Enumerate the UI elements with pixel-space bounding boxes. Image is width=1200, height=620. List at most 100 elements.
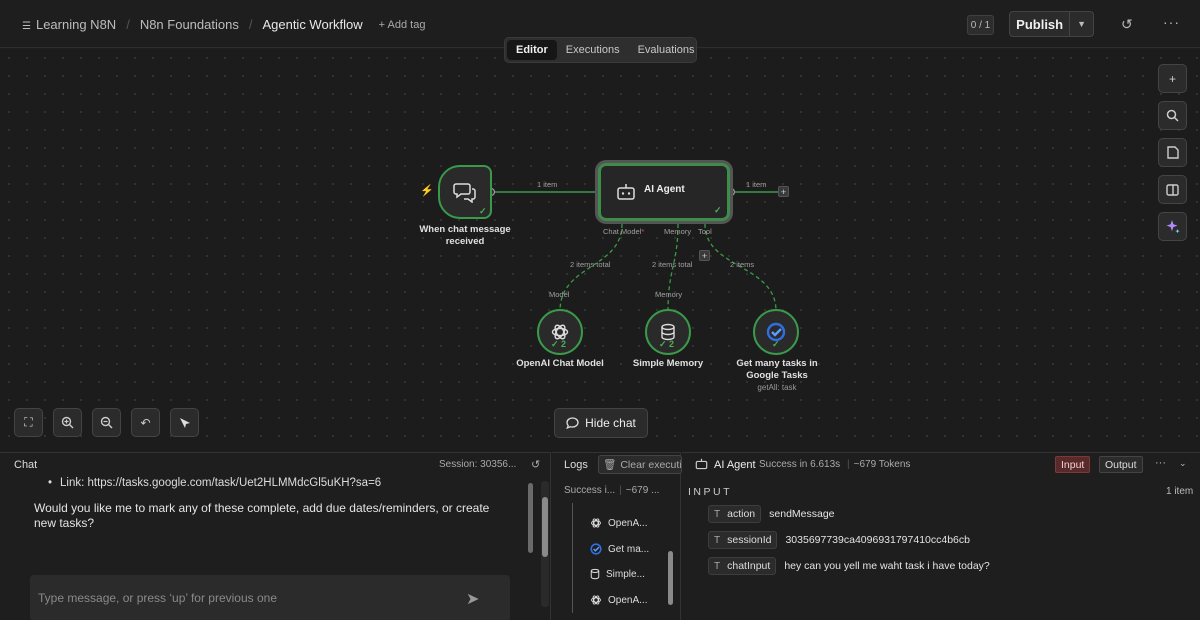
log-item-google-tasks[interactable]: Get ma... [590,543,649,555]
logs-panel: Logs 🗑 Clear executi Success i... | ~679 ..… [552,452,682,620]
agent-node-label: AI Agent [644,184,685,195]
add-node-button[interactable]: + [1158,64,1187,93]
search-nodes-button[interactable] [1158,101,1187,130]
items-count: 1 item [1166,486,1194,497]
field-value: 3035697739ca4096931797410cc4b6cb [785,534,970,546]
add-node-icon[interactable]: + [778,186,789,197]
success-check-icon: ✓ [479,206,487,216]
zoom-out-button[interactable] [92,408,121,437]
fit-view-icon: ⛶ [24,415,33,429]
memory-input-label: Memory [655,290,683,299]
wire-item-count: 1 item [746,180,767,189]
chat-input[interactable] [38,589,438,607]
fit-view-button[interactable]: ⛶ [14,408,43,437]
wire-item-count: 1 item [537,180,558,189]
publish-button-group: Publish ▼ [1009,11,1094,37]
layers-icon: ☰ [22,21,31,32]
mode-tabs: Editor Executions Evaluations [504,37,697,63]
more-options-icon[interactable]: ··· [1163,14,1180,30]
chat-scrollbar[interactable] [541,481,549,607]
chat-panel: Chat Session: 30356... ↺ Link: https://t… [0,452,551,620]
chat-icon [566,417,579,429]
node-title: AI Agent [714,459,756,471]
more-options-icon[interactable]: ··· [1155,457,1166,469]
chat-inner-scrollbar[interactable] [527,481,534,557]
log-tree-line [572,503,573,613]
toggle-panel-button[interactable] [1158,175,1187,204]
tab-executions[interactable]: Executions [557,40,629,60]
send-icon[interactable]: ➤ [466,589,479,609]
scrollbar-thumb[interactable] [668,551,673,605]
connections [486,187,778,312]
add-tag-button[interactable]: + Add tag [379,19,426,31]
zoom-out-icon [100,416,113,429]
project-crumb[interactable]: ☰ Learning N8N [22,17,116,32]
tab-editor[interactable]: Editor [507,40,557,60]
execution-status: Success in 6.613s [759,459,841,470]
field-key[interactable]: TsessionId [708,531,778,549]
wire-item-count: 2 items total [570,260,611,269]
google-tasks-node-subtitle: getAll: task [757,383,797,392]
database-icon [590,568,600,580]
wand-icon [179,417,190,428]
tidy-up-button[interactable] [170,408,199,437]
scrollbar-thumb[interactable] [528,483,533,553]
field-key[interactable]: TchatInput [708,557,777,575]
node-io-panel: AI Agent Success in 6.613s | ~679 Tokens … [682,452,1200,620]
hide-chat-button[interactable]: Hide chat [554,408,648,438]
google-tasks-icon [590,543,602,555]
text-type-icon: T [714,560,721,572]
canvas-zoom-toolbar: ⛶ ↶ [14,408,199,437]
chat-messages: Link: https://tasks.google.com/task/Uet2… [0,477,540,620]
token-count: | ~679 Tokens [847,459,911,470]
clear-execution-button[interactable]: 🗑 Clear executi [598,455,682,474]
field-key[interactable]: Taction [708,505,762,523]
zoom-in-button[interactable] [53,408,82,437]
lightning-icon: ⚡ [420,185,434,197]
execution-summary[interactable]: Success i... | ~679 ... [564,485,659,496]
workflow-name[interactable]: Agentic Workflow [262,17,362,32]
chat-panel-title: Chat [14,459,38,471]
breadcrumb-separator: / [126,17,130,32]
trash-icon: 🗑 [603,459,617,471]
robot-icon [695,458,708,473]
history-icon[interactable]: ↺ [1121,16,1133,33]
ai-agent-node[interactable]: AI Agent ✓ [598,163,730,221]
breadcrumb-separator: / [248,17,253,32]
chat-model-port-label: Chat Model* [603,227,645,236]
input-toggle-button[interactable]: Input [1055,456,1091,473]
sparkles-icon [1166,220,1180,234]
task-link[interactable]: Link: https://tasks.google.com/task/Uet2… [48,477,381,489]
scrollbar-thumb[interactable] [542,497,548,557]
chevron-down-icon[interactable]: ⌄ [1179,458,1187,469]
undo-icon: ↶ [140,415,151,430]
log-item-simple-memory[interactable]: Simple... [590,568,645,580]
trigger-node-label: When chat message received [419,224,511,247]
add-tool-icon[interactable]: + [699,250,710,261]
undo-button[interactable]: ↶ [131,408,160,437]
memory-node-label: Simple Memory [632,358,704,369]
log-item-openai[interactable]: OpenA... [590,594,647,606]
publish-button[interactable]: Publish [1010,17,1069,32]
chat-input-box[interactable]: ➤ [30,575,510,620]
reset-session-icon[interactable]: ↺ [531,458,540,471]
logs-scrollbar[interactable] [667,505,674,615]
run-count-badge: ✓ 2 [659,339,675,349]
bot-message: Would you like me to mark any of these c… [34,501,490,530]
openai-node-label: OpenAI Chat Model [516,358,604,369]
chevron-down-icon[interactable]: ▼ [1069,12,1093,36]
folder-crumb[interactable]: N8n Foundations [140,17,239,32]
log-item-openai[interactable]: OpenA... [590,517,647,529]
output-toggle-button[interactable]: Output [1099,456,1143,473]
workflow-canvas[interactable]: ⚡ ✓ When chat message received 1 item AI… [0,49,1200,452]
sticky-note-button[interactable] [1158,138,1187,167]
tab-evaluations[interactable]: Evaluations [629,40,704,60]
google-tasks-node-label: Get many tasks in Google Tasks [736,358,818,381]
breadcrumb: ☰ Learning N8N / N8n Foundations / Agenti… [22,17,425,32]
ai-assistant-button[interactable] [1158,212,1187,241]
run-count-badge: ✓ 2 [551,339,567,349]
session-id[interactable]: Session: 30356... [439,459,516,470]
model-input-label: Model [549,290,570,299]
memory-port-label: Memory [664,227,692,236]
success-check-icon: ✓ [714,205,722,215]
